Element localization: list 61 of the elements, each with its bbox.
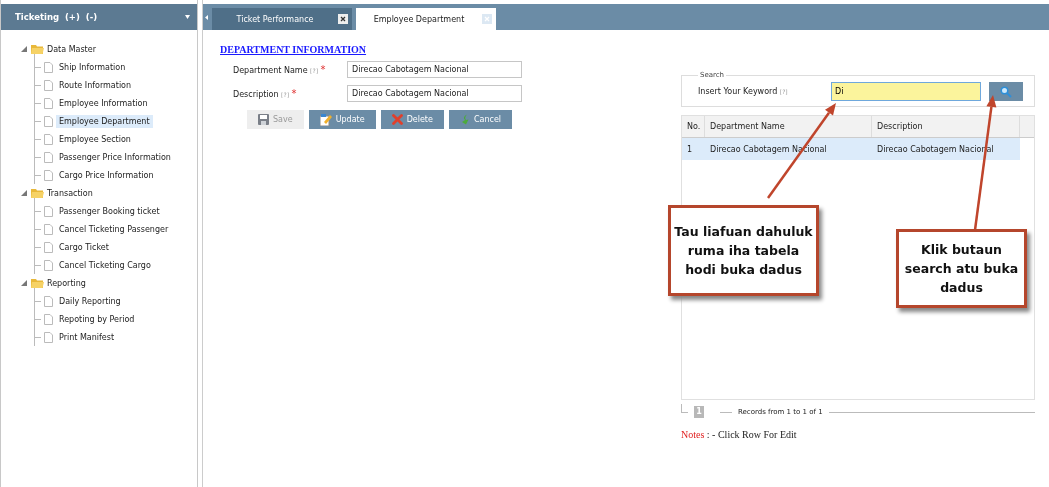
tree-item[interactable]: Route Information	[56, 78, 135, 92]
tree-item[interactable]: Cargo Price Information	[56, 168, 157, 182]
tab[interactable]: Employee Department	[356, 8, 496, 30]
document-icon	[44, 115, 53, 127]
collapse-icon[interactable]	[185, 15, 190, 19]
document-icon	[44, 259, 53, 271]
edit-icon	[319, 113, 332, 126]
tree-item[interactable]: Ship Information	[56, 60, 129, 74]
tree-item[interactable]: Employee Department	[56, 114, 153, 128]
text-field[interactable]: Direcao Cabotagem Nacional	[347, 61, 522, 78]
tree-item[interactable]: Repoting by Period	[56, 312, 138, 326]
tree-item[interactable]: Print Manifest	[56, 330, 118, 344]
annotation-callout: Klik butaun search atu buka dadus	[896, 229, 1027, 308]
sidebar-title: Ticketing (+) (-)	[15, 12, 98, 22]
notes-text: Notes : - Click Row For Edit	[681, 429, 798, 440]
document-icon	[44, 97, 53, 109]
tree-item[interactable]: Cancel Ticketing Cargo	[56, 258, 154, 272]
section-heading-link[interactable]: DEPARTMENT INFORMATION	[220, 44, 367, 55]
delete-button[interactable]: Delete	[380, 110, 444, 129]
column-header[interactable]: Description	[872, 116, 1020, 137]
document-icon	[44, 61, 53, 73]
tree-folder-label[interactable]: Reporting	[47, 278, 86, 288]
folder-icon	[31, 43, 44, 55]
document-icon	[44, 133, 53, 145]
document-icon	[44, 205, 53, 217]
tree-item[interactable]: Employee Section	[56, 132, 134, 146]
tree-folder-label[interactable]: Transaction	[47, 188, 93, 198]
tree-item[interactable]: Cargo Ticket	[56, 240, 112, 254]
document-icon	[44, 151, 53, 163]
delete-icon	[391, 114, 403, 125]
folder-icon	[31, 187, 44, 199]
document-icon	[44, 313, 53, 325]
expander-icon[interactable]	[21, 46, 27, 52]
tree-folder-label[interactable]: Data Master	[47, 44, 96, 54]
cancel-button[interactable]: Cancel	[448, 110, 513, 129]
expander-icon[interactable]	[21, 190, 27, 196]
column-header[interactable]: No.	[682, 116, 705, 137]
document-icon	[44, 169, 53, 181]
tree-item[interactable]: Employee Information	[56, 96, 151, 110]
table-cell-text: 1	[686, 143, 694, 156]
keyword-field[interactable]: Di	[831, 82, 981, 101]
text-field[interactable]: Direcao Cabotagem Nacional	[347, 85, 522, 102]
annotation-callout: Tau liafuan dahuluk ruma iha tabela hodi buka dadus	[668, 205, 819, 296]
document-icon	[44, 331, 53, 343]
column-header[interactable]: Department Name	[705, 116, 872, 137]
update-button[interactable]: Update	[308, 110, 376, 129]
tree-item[interactable]: Cancel Ticketing Passenger	[56, 222, 172, 236]
search-button[interactable]	[989, 82, 1023, 101]
tree-item[interactable]: Daily Reporting	[56, 294, 124, 308]
close-icon[interactable]	[338, 14, 348, 24]
expander-icon[interactable]	[21, 280, 27, 286]
document-icon	[44, 79, 53, 91]
tree-item[interactable]: Passenger Booking ticket	[56, 204, 163, 218]
scroll-left-icon[interactable]	[205, 14, 208, 20]
document-icon	[44, 295, 53, 307]
document-icon	[44, 223, 53, 235]
tab[interactable]: Ticket Performance	[212, 8, 352, 30]
tree-item[interactable]: Passenger Price Information	[56, 150, 174, 164]
folder-icon	[31, 277, 44, 289]
search-icon	[1000, 85, 1012, 98]
document-icon	[44, 241, 53, 253]
